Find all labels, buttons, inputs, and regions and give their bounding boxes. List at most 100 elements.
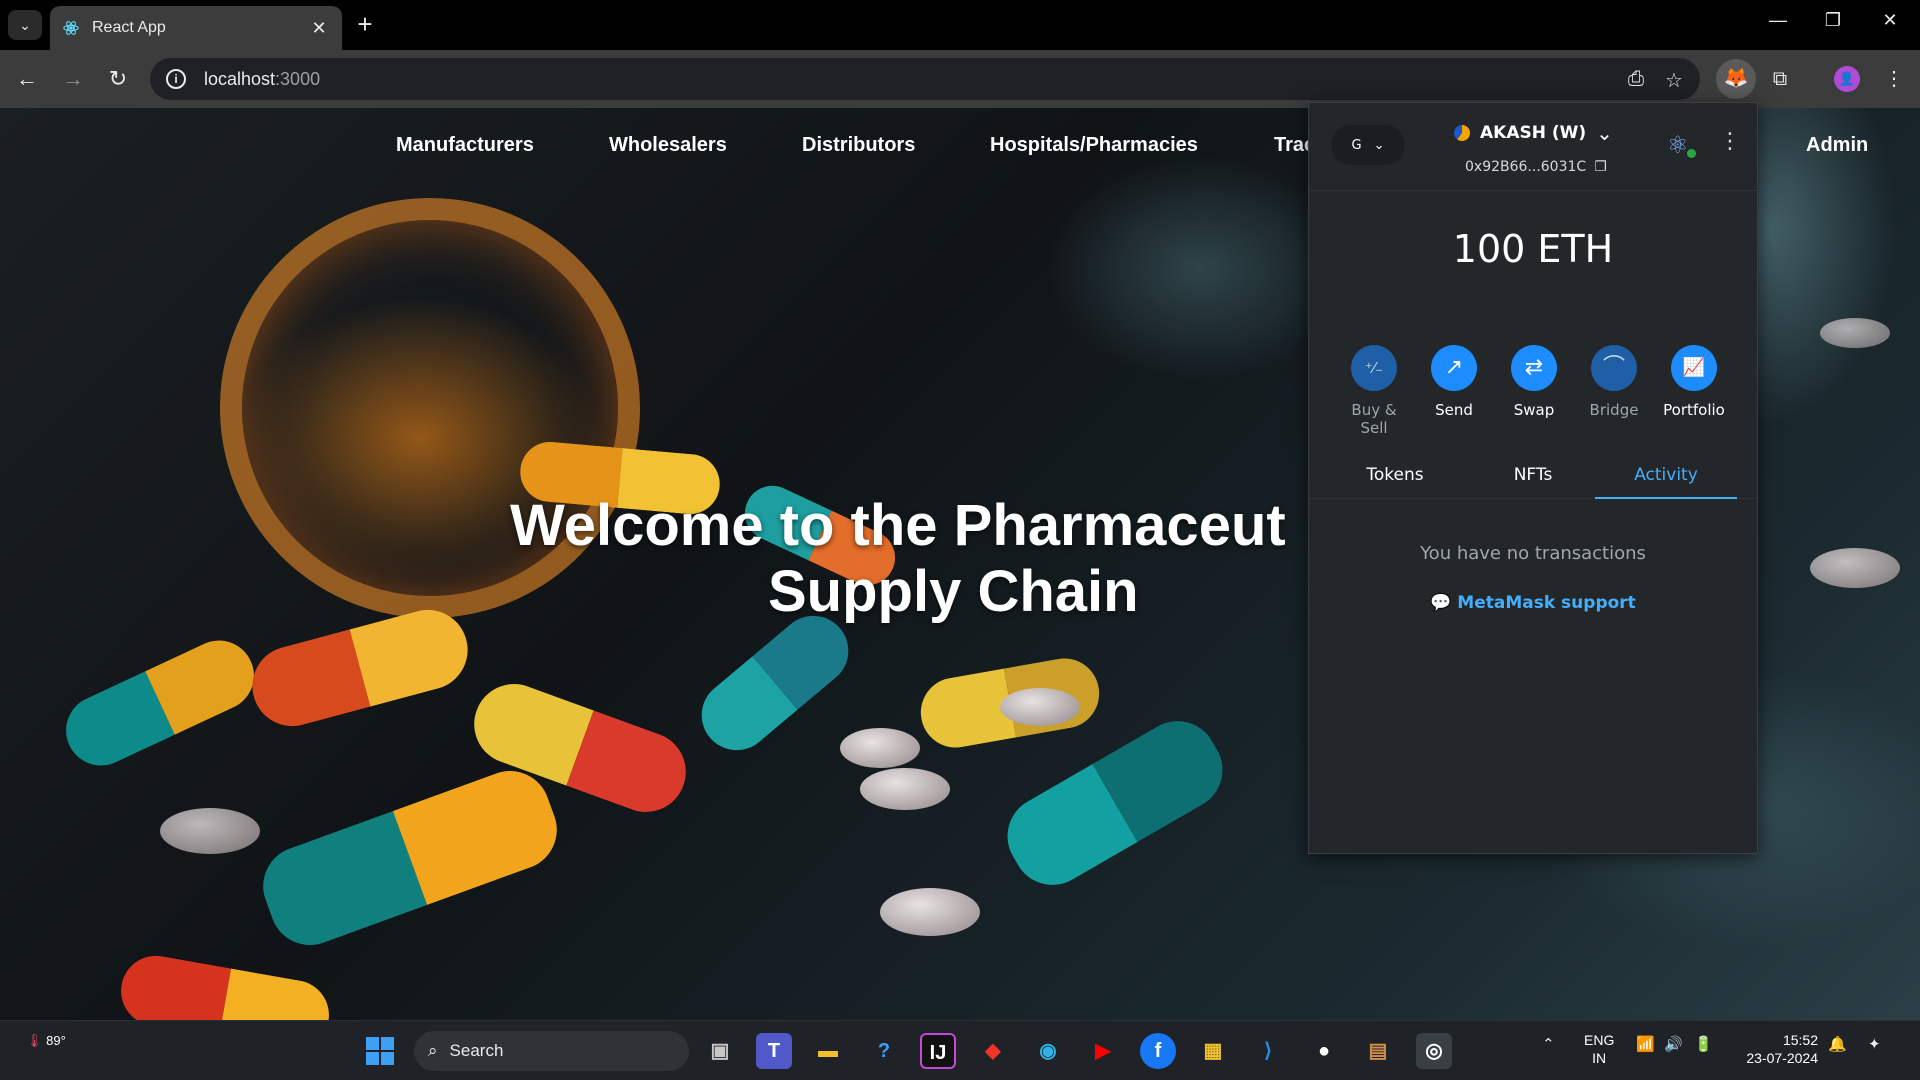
nav-admin[interactable]: Admin: [1806, 134, 1868, 157]
nav-manufacturers[interactable]: Manufacturers: [396, 134, 534, 157]
site-info-icon[interactable]: i: [166, 69, 186, 89]
send-label: Send: [1435, 401, 1473, 419]
task-view-icon[interactable]: ▣: [702, 1033, 738, 1069]
connected-site-icon[interactable]: ⚛: [1667, 131, 1689, 159]
language-code: ENG: [1584, 1032, 1615, 1048]
tablet-graphic: [1820, 318, 1890, 348]
forward-arrow-icon[interactable]: →: [58, 65, 88, 95]
region-code: IN: [1592, 1050, 1607, 1066]
buy-sell-button[interactable]: ⁺⁄₋ Buy & Sell: [1337, 345, 1411, 437]
chevron-down-icon: ⌄: [1373, 137, 1385, 153]
browser-tab-bar: ⌄ React App ✕ + — ❐ ✕: [0, 0, 1920, 50]
capsule-graphic: [687, 601, 863, 765]
windows-taskbar: 🌡 89° ⌕ Search ▣ T ▬ ? IJ ◆ ◉ ▶ f ▦ ⟩ ● …: [0, 1020, 1920, 1080]
language-indicator[interactable]: ENG IN: [1584, 1031, 1614, 1067]
wallet-tabs: Tokens NFTs Activity: [1309, 455, 1757, 499]
connected-status-dot: [1687, 149, 1696, 158]
metamask-support-link[interactable]: 💬 MetaMask support: [1309, 593, 1757, 613]
balance-display: 100 ETH: [1452, 227, 1614, 271]
nav-distributors[interactable]: Distributors: [802, 134, 915, 157]
tablet-graphic: [1810, 548, 1900, 588]
close-window-button[interactable]: ✕: [1870, 10, 1910, 31]
battery-icon[interactable]: 🔋: [1694, 1035, 1713, 1053]
windows-start-icon[interactable]: [366, 1037, 394, 1065]
youtube-icon[interactable]: ▶: [1085, 1033, 1121, 1069]
metamask-popup: G ⌄ AKASH (W) ⌄ 0x92B66...6031C ❐ ⚛ ⋮ 10…: [1308, 102, 1758, 854]
chrome-icon[interactable]: ◎: [1416, 1033, 1452, 1069]
swap-button[interactable]: ⇄ Swap: [1497, 345, 1571, 437]
taskbar-search[interactable]: ⌕ Search: [414, 1031, 689, 1071]
account-options-icon[interactable]: ⋮: [1719, 129, 1741, 154]
bridge-icon: ⌒: [1591, 345, 1637, 391]
clock-date: 23-07-2024: [1746, 1050, 1818, 1066]
nav-hospitals-pharmacies[interactable]: Hospitals/Pharmacies: [990, 134, 1198, 157]
system-clock[interactable]: 15:52 23-07-2024: [1738, 1031, 1818, 1067]
portfolio-icon: 📈: [1671, 345, 1717, 391]
temperature: 89°: [46, 1033, 66, 1048]
send-icon: ↗: [1431, 345, 1477, 391]
help-icon[interactable]: ?: [866, 1033, 902, 1069]
metamask-support-label: MetaMask support: [1457, 593, 1636, 613]
buy-sell-icon: ⁺⁄₋: [1351, 345, 1397, 391]
bookmark-star-icon[interactable]: ☆: [1660, 68, 1688, 93]
tablet-graphic: [860, 768, 950, 810]
notifications-bell-icon[interactable]: 🔔: [1828, 1035, 1847, 1053]
network-letter: G: [1351, 137, 1362, 153]
tab-title: React App: [92, 19, 166, 36]
copy-icon: ❐: [1594, 159, 1607, 175]
teams-icon[interactable]: T: [756, 1033, 792, 1069]
edge-icon[interactable]: ◉: [1030, 1033, 1066, 1069]
network-picker-button[interactable]: G ⌄: [1331, 125, 1405, 165]
tab-tokens[interactable]: Tokens: [1324, 455, 1466, 499]
new-tab-button[interactable]: +: [352, 11, 378, 38]
volume-icon[interactable]: 🔊: [1664, 1035, 1683, 1053]
nav-wholesalers[interactable]: Wholesalers: [609, 134, 727, 157]
show-hidden-icons-chevron-icon[interactable]: ⌃: [1542, 1035, 1555, 1053]
facebook-icon[interactable]: f: [1140, 1033, 1176, 1069]
back-arrow-icon[interactable]: ←: [12, 65, 42, 95]
chrome-menu-icon[interactable]: ⋮: [1878, 64, 1910, 96]
search-icon: ⌕: [428, 1041, 438, 1060]
tab-nfts[interactable]: NFTs: [1462, 455, 1604, 499]
install-app-icon[interactable]: ⎙: [1622, 68, 1650, 91]
send-button[interactable]: ↗ Send: [1417, 345, 1491, 437]
diamond-app-icon[interactable]: ◆: [975, 1033, 1011, 1069]
vscode-icon[interactable]: ⟩: [1250, 1033, 1286, 1069]
clock-time: 15:52: [1782, 1032, 1818, 1048]
metamask-fox-icon[interactable]: 🦊: [1716, 59, 1756, 99]
bridge-button[interactable]: ⌒ Bridge: [1577, 345, 1651, 437]
ganache-icon[interactable]: ●: [1306, 1033, 1342, 1069]
copilot-icon[interactable]: ✦: [1868, 1035, 1881, 1053]
portfolio-label: Portfolio: [1663, 401, 1725, 419]
tablet-graphic: [160, 808, 260, 854]
capsule-graphic: [54, 629, 266, 777]
url-port: :3000: [275, 68, 321, 89]
browser-tab[interactable]: React App ✕: [50, 6, 342, 50]
chevron-down-icon: ⌄: [1596, 121, 1613, 145]
restore-button[interactable]: ❐: [1813, 10, 1853, 31]
intellij-icon[interactable]: IJ: [920, 1033, 956, 1069]
account-picker-button[interactable]: AKASH (W) ⌄: [1454, 121, 1613, 145]
portfolio-button[interactable]: 📈 Portfolio: [1657, 345, 1731, 437]
file-explorer-icon[interactable]: ▬: [810, 1033, 846, 1069]
url-host: localhost: [204, 68, 276, 89]
microsoft-store-icon[interactable]: ▦: [1195, 1033, 1231, 1069]
chat-bubble-icon: 💬: [1430, 593, 1452, 613]
account-address-button[interactable]: 0x92B66...6031C ❐: [1465, 159, 1607, 175]
address-bar[interactable]: i localhost:3000 ⎙ ☆: [150, 58, 1700, 100]
extensions-puzzle-icon[interactable]: ⧉: [1764, 64, 1796, 96]
minimize-button[interactable]: —: [1758, 10, 1798, 31]
tab-activity[interactable]: Activity: [1595, 455, 1737, 499]
profile-avatar-icon[interactable]: 👤: [1834, 66, 1860, 92]
search-label: Search: [449, 1041, 504, 1060]
capsule-graphic: [992, 706, 1238, 900]
package-icon[interactable]: ▤: [1360, 1033, 1396, 1069]
tablet-graphic: [880, 888, 980, 936]
reload-icon[interactable]: ↻: [103, 65, 133, 95]
wifi-icon[interactable]: 📶: [1636, 1035, 1655, 1053]
react-logo-icon: [63, 21, 79, 35]
tab-search-chevron-icon[interactable]: ⌄: [8, 10, 42, 40]
tab-close-icon[interactable]: ✕: [308, 18, 330, 39]
weather-widget[interactable]: 🌡 89°: [26, 1033, 66, 1049]
account-avatar-icon: [1454, 125, 1470, 141]
